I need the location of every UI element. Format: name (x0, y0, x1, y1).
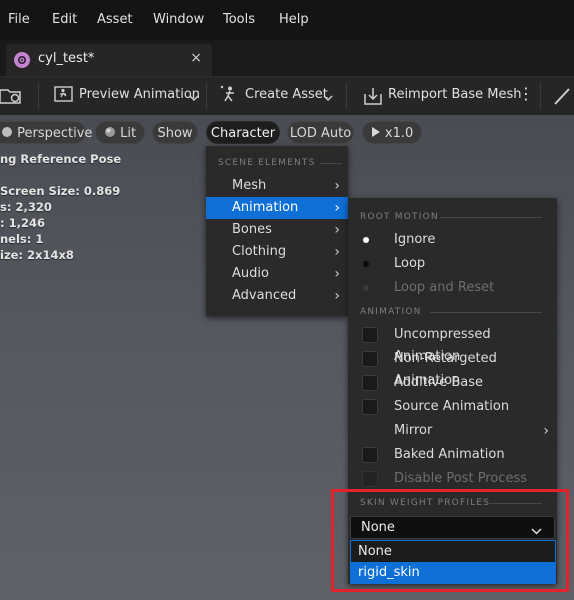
menu-tools[interactable]: Tools (223, 12, 255, 27)
chevron-down-icon (189, 91, 199, 106)
stat-line: : 1,246 (0, 216, 45, 230)
scene-elements-heading: SCENE ELEMENTS (218, 158, 316, 168)
menu-item-audio[interactable]: Audio › (206, 263, 348, 285)
menu-item-animation[interactable]: Animation › (206, 197, 348, 219)
chevron-right-icon: › (334, 266, 340, 282)
menu-item-label: Bones (232, 222, 272, 237)
more-options-icon[interactable]: ⋮ (518, 84, 534, 103)
animation-heading: ANIMATION (360, 307, 422, 317)
create-asset-icon (220, 85, 240, 105)
lit-button[interactable]: Lit (95, 121, 145, 144)
menu-item-advanced[interactable]: Advanced › (206, 285, 348, 307)
checkbox (362, 471, 378, 487)
preview-animation-icon (54, 85, 74, 105)
mirror-submenu[interactable]: Mirror › (348, 420, 557, 442)
perspective-button[interactable]: Perspective (0, 121, 92, 144)
checkbox[interactable] (362, 399, 378, 415)
reimport-base-mesh-button[interactable]: Reimport Base Mesh (388, 87, 522, 102)
toolbar: Preview Animation Create Asset Reimport … (0, 76, 574, 115)
root-motion-ignore[interactable]: Ignore (348, 229, 557, 251)
highlight-box (331, 489, 569, 592)
checkbox[interactable] (362, 447, 378, 463)
menu-item-label: Baked Animation (394, 447, 505, 462)
chevron-right-icon: › (334, 244, 340, 260)
menu-item-label: Loop and Reset (394, 280, 495, 295)
reimport-icon (362, 85, 384, 107)
chevron-right-icon: › (334, 178, 340, 194)
preview-animation-button[interactable]: Preview Animation (79, 87, 200, 102)
menu-bar: File Edit Asset Window Tools Help (0, 0, 574, 40)
radio-icon (363, 261, 369, 267)
chevron-right-icon: › (543, 423, 549, 439)
character-menu: SCENE ELEMENTS Mesh › Animation › Bones › C… (206, 146, 348, 316)
play-rate-label: x1.0 (384, 126, 414, 141)
menu-item-label: Advanced (232, 288, 297, 303)
menu-item-label: Mirror (394, 423, 433, 438)
menu-item-label: Loop (394, 256, 426, 271)
menu-edit[interactable]: Edit (52, 12, 77, 27)
root-motion-heading: ROOT MOTION (360, 212, 439, 222)
skeletal-mesh-icon (14, 52, 30, 68)
menu-file[interactable]: File (8, 12, 30, 27)
chevron-right-icon: › (334, 222, 340, 238)
chevron-down-icon (323, 91, 333, 106)
menu-item-label: Mesh (232, 178, 267, 193)
chevron-right-icon: › (334, 200, 340, 216)
checkbox[interactable] (362, 351, 378, 367)
close-icon[interactable]: × (190, 50, 202, 66)
lit-label: Lit (120, 126, 137, 141)
menu-window[interactable]: Window (153, 12, 204, 27)
uncompressed-animation-option[interactable]: Uncompressed Animation (348, 324, 557, 364)
chevron-right-icon: › (334, 288, 340, 304)
perspective-icon (2, 127, 12, 137)
stat-line: nels: 1 (0, 232, 44, 246)
root-motion-loop[interactable]: Loop (348, 253, 557, 275)
lod-button[interactable]: LOD Auto (287, 121, 354, 144)
radio-icon (363, 285, 369, 291)
character-button[interactable]: Character (206, 121, 280, 144)
tab-title: cyl_test* (38, 51, 95, 66)
menu-item-label: Audio (232, 266, 269, 281)
menu-item-label: Animation (232, 200, 299, 215)
menu-item-label: Additive Base (394, 375, 483, 390)
menu-item-mesh[interactable]: Mesh › (206, 175, 348, 197)
brush-icon[interactable] (552, 85, 572, 111)
stat-line: s: 2,320 (0, 200, 52, 214)
menu-item-label: Clothing (232, 244, 287, 259)
menu-item-bones[interactable]: Bones › (206, 219, 348, 241)
radio-selected-icon (363, 237, 369, 243)
stat-line: ize: 2x14x8 (0, 248, 74, 262)
lit-sphere-icon (104, 127, 115, 137)
menu-item-label: Disable Post Process (394, 471, 528, 486)
non-retargeted-animation-option[interactable]: Non-Retargeted Animation (348, 348, 557, 388)
stat-line: Screen Size: 0.869 (0, 184, 121, 198)
asset-tab[interactable]: cyl_test* × (6, 44, 212, 76)
menu-help[interactable]: Help (279, 12, 309, 27)
disable-post-process-option: Disable Post Process (348, 468, 557, 490)
play-rate-button[interactable]: x1.0 (362, 121, 422, 144)
play-icon (371, 127, 380, 137)
checkbox[interactable] (362, 375, 378, 391)
show-button[interactable]: Show (152, 121, 198, 144)
menu-item-label: Source Animation (394, 399, 510, 414)
menu-item-label: Ignore (394, 232, 436, 247)
perspective-label: Perspective (17, 126, 93, 141)
create-asset-button[interactable]: Create Asset (245, 87, 328, 102)
additive-base-option[interactable]: Additive Base (348, 372, 557, 394)
menu-asset[interactable]: Asset (97, 12, 133, 27)
checkbox[interactable] (362, 327, 378, 343)
browse-asset-icon[interactable] (0, 85, 24, 107)
source-animation-option[interactable]: Source Animation (348, 396, 557, 418)
root-motion-loop-and-reset: Loop and Reset (348, 277, 557, 299)
stat-line: ng Reference Pose (0, 152, 122, 166)
baked-animation-option[interactable]: Baked Animation (348, 444, 557, 466)
menu-item-clothing[interactable]: Clothing › (206, 241, 348, 263)
